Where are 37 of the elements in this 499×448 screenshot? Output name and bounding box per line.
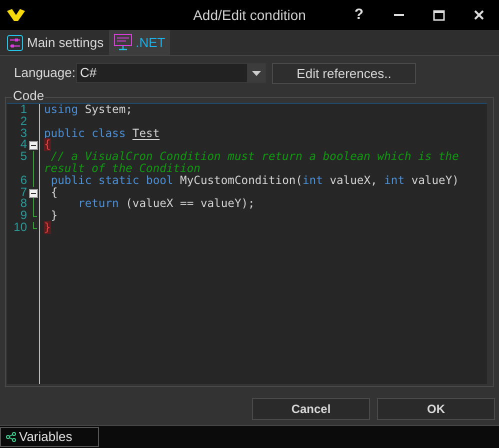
line-number: 6 (19, 174, 27, 187)
minimize-icon (394, 14, 404, 16)
dropdown-caret-icon (252, 70, 260, 76)
share-nodes-icon (6, 432, 16, 442)
line-number: 2 (19, 116, 27, 128)
code-line: } (50, 210, 59, 222)
line-number: 10 (12, 222, 27, 234)
line-number: 7 (19, 186, 27, 198)
fold-toggle-icon[interactable] (29, 141, 38, 150)
app-logo-icon (7, 9, 25, 21)
cancel-button[interactable]: Cancel (252, 398, 370, 420)
monitor-icon (114, 34, 132, 51)
tab[interactable]: .NET (108, 30, 170, 55)
help-button[interactable]: ? (339, 0, 379, 30)
line-number: 1 (19, 104, 27, 116)
code-editor[interactable] (7, 103, 487, 384)
fold-toggle-icon[interactable] (29, 188, 38, 198)
code-line: public class Test (44, 128, 161, 140)
language-dropdown[interactable]: C# (76, 63, 266, 83)
sliders-icon (7, 34, 23, 50)
window-title: Add/Edit condition (193, 6, 306, 24)
variables-button[interactable]: Variables (0, 427, 99, 447)
ok-button[interactable]: OK (377, 398, 495, 420)
line-number: 4 (19, 139, 27, 152)
code-line: using System; (44, 104, 134, 116)
line-number: 9 (19, 210, 27, 222)
language-label: Language: (14, 64, 76, 82)
close-icon (474, 10, 484, 20)
code-line: return (valueX == valueY); (77, 198, 256, 210)
code-line: public static bool MyCustomCondition(int valueX, int valueY) (50, 174, 460, 187)
line-number: 5 (19, 151, 27, 163)
line-number: 3 (19, 128, 27, 140)
maximize-icon (433, 10, 445, 20)
code-line: { (50, 186, 58, 198)
line-number: 8 (19, 198, 27, 210)
edit-references-button[interactable]: Edit references.. (272, 62, 416, 84)
code-line: // a VisualCron Condition must return a boolean which is the result of the Condition (44, 151, 460, 175)
